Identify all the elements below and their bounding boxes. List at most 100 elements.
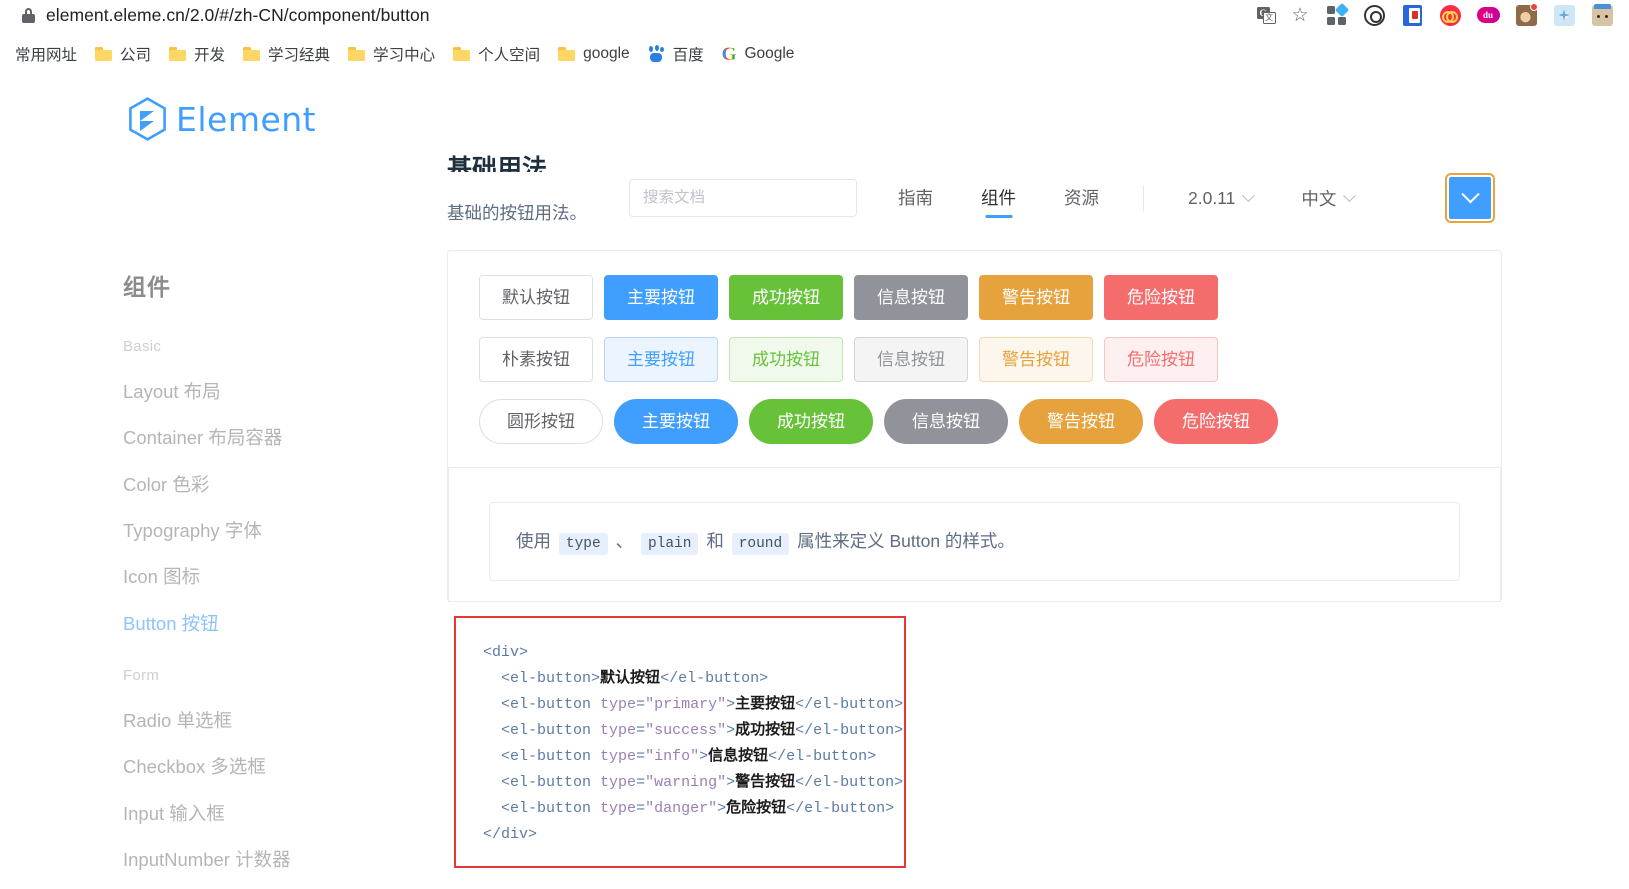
sidebar-item-container[interactable]: Container 布局容器: [123, 415, 423, 461]
button-plain-info[interactable]: 信息按钮: [854, 337, 968, 383]
omnibox-row: element.eleme.cn/2.0/#/zh-CN/component/b…: [0, 0, 1629, 30]
du-label: du: [1476, 7, 1500, 23]
site-logo[interactable]: Element: [128, 97, 316, 141]
main-content: 基础用法 基础的按钮用法。 默认按钮 主要按钮 成功按钮 信息按钮 警告按钮 危…: [447, 154, 1502, 869]
bookmark-label: 百度: [672, 47, 704, 64]
bookmark-item[interactable]: G Google: [713, 40, 804, 68]
bookmark-item[interactable]: 学习中心: [339, 40, 444, 68]
button-danger[interactable]: 危险按钮: [1104, 275, 1218, 321]
bookmark-item[interactable]: 开发: [160, 40, 234, 68]
sidebar-item-select[interactable]: Select 选择器: [123, 883, 423, 889]
bookmark-item[interactable]: 学习经典: [234, 40, 339, 68]
sidebar-group-label-basic: Basic: [123, 338, 162, 355]
button-round-success[interactable]: 成功按钮: [749, 399, 873, 445]
bookmark-label: 常用网址: [15, 47, 78, 64]
infinity-extension-icon[interactable]: [1431, 0, 1469, 30]
section-heading: 基础用法: [447, 155, 548, 172]
bookmark-item[interactable]: 公司: [86, 40, 160, 68]
button-plain-default[interactable]: 朴素按钮: [479, 337, 593, 383]
sidebar-item-typography[interactable]: Typography 字体: [123, 508, 423, 554]
bookmark-label: 学习中心: [373, 47, 436, 64]
url-text: element.eleme.cn/2.0/#/zh-CN/component/b…: [46, 4, 430, 25]
logo-text: Element: [176, 99, 317, 139]
dog-avatar-extension-icon[interactable]: [1507, 0, 1545, 30]
robot-avatar-extension-icon[interactable]: [1583, 0, 1621, 30]
bookmark-label: 学习经典: [268, 47, 331, 64]
code-line: </div>: [483, 826, 538, 844]
button-round-primary[interactable]: 主要按钮: [614, 399, 738, 445]
folder-icon: [169, 47, 187, 61]
bookmark-label: 开发: [194, 47, 226, 64]
button-demo-rows: 默认按钮 主要按钮 成功按钮 信息按钮 警告按钮 危险按钮 朴素按钮 主要按钮 …: [448, 251, 1501, 468]
button-round-danger[interactable]: 危险按钮: [1154, 399, 1278, 445]
bookmark-label: google: [583, 45, 630, 62]
bookmark-star-icon[interactable]: ☆: [1283, 1, 1317, 29]
code-sample-text: <div> <el-button>默认按钮</el-button> <el-bu…: [456, 640, 904, 848]
sidebar-item-layout[interactable]: Layout 布局: [123, 369, 423, 415]
code-sample-block: <div> <el-button>默认按钮</el-button> <el-bu…: [454, 616, 906, 869]
section-description: 基础的按钮用法。: [447, 203, 587, 223]
button-row-plain: 朴素按钮 主要按钮 成功按钮 信息按钮 警告按钮 危险按钮: [448, 337, 1501, 383]
button-row-round: 圆形按钮 主要按钮 成功按钮 信息按钮 警告按钮 危险按钮: [448, 399, 1501, 445]
code-type: type: [558, 533, 608, 556]
baidu-du-extension-icon[interactable]: du: [1469, 0, 1507, 30]
sidebar-item-input[interactable]: Input 输入框: [123, 791, 423, 837]
sidebar-item-radio[interactable]: Radio 单选框: [123, 698, 423, 744]
bookmark-label: 个人空间: [478, 47, 541, 64]
folder-icon: [95, 47, 113, 61]
translate-icon[interactable]: G 文: [1249, 1, 1283, 29]
button-plain-danger[interactable]: 危险按钮: [1104, 337, 1218, 383]
button-plain-warning[interactable]: 警告按钮: [979, 337, 1093, 383]
folder-icon: [243, 47, 261, 61]
sidebar-item-inputnumber[interactable]: InputNumber 计数器: [123, 837, 423, 883]
bookmarks-bar: 常用网址 公司 开发 学习经典 学习中心 个人空间 google 百度 G Go…: [0, 36, 1629, 72]
blue-sparkle-extension-icon[interactable]: [1545, 0, 1583, 30]
sidebar-title: 组件: [123, 274, 171, 300]
google-g-icon: G: [721, 43, 737, 65]
code-plain: plain: [640, 533, 699, 556]
sidebar-group-label-form: Form: [123, 667, 160, 685]
page-viewport: Element 指南 组件 资源 2.0.11 中文 组件 Basic La: [0, 72, 1629, 889]
translate-icon-secondary: 文: [1262, 11, 1276, 24]
star-glyph: ☆: [1291, 4, 1309, 26]
code-line: <el-button type="danger">危险按钮</el-button…: [501, 800, 895, 818]
button-primary[interactable]: 主要按钮: [604, 275, 718, 321]
button-warning[interactable]: 警告按钮: [979, 275, 1093, 321]
sidebar-item-button[interactable]: Button 按钮: [123, 601, 423, 647]
lastpass-extension-icon[interactable]: [1393, 0, 1431, 30]
bookmark-item[interactable]: google: [549, 40, 639, 68]
sidebar-item-icon[interactable]: Icon 图标: [123, 554, 423, 600]
button-info[interactable]: 信息按钮: [854, 275, 968, 321]
code-line: <el-button type="info">信息按钮</el-button>: [501, 748, 877, 766]
usage-note-sep2: 和: [706, 531, 724, 552]
folder-icon: [348, 47, 366, 61]
button-plain-primary[interactable]: 主要按钮: [604, 337, 718, 383]
sidebar-item-checkbox[interactable]: Checkbox 多选框: [123, 744, 423, 790]
button-row-solid: 默认按钮 主要按钮 成功按钮 信息按钮 警告按钮 危险按钮: [448, 275, 1501, 321]
bookmark-item[interactable]: 个人空间: [444, 40, 549, 68]
code-line: <el-button>默认按钮</el-button>: [501, 670, 769, 688]
button-round-default[interactable]: 圆形按钮: [479, 399, 603, 445]
baidu-icon: [648, 44, 665, 63]
button-round-info[interactable]: 信息按钮: [884, 399, 1008, 445]
bookmark-item[interactable]: 常用网址: [6, 40, 86, 68]
usage-note: 使用 type 、 plain 和 round 属性来定义 Button 的样式…: [489, 502, 1460, 582]
bookmark-item[interactable]: 百度: [639, 40, 713, 68]
sidebar-item-color[interactable]: Color 色彩: [123, 462, 423, 508]
at-circle-extension-icon[interactable]: [1355, 0, 1393, 30]
address-bar[interactable]: element.eleme.cn/2.0/#/zh-CN/component/b…: [0, 0, 1249, 30]
omnibox-actions: G 文 ☆ du: [1249, 0, 1629, 30]
bookmark-label: Google: [744, 45, 795, 62]
button-round-warning[interactable]: 警告按钮: [1019, 399, 1143, 445]
button-default[interactable]: 默认按钮: [479, 275, 593, 321]
extensions-puzzle-icon[interactable]: [1317, 0, 1355, 30]
browser-chrome: element.eleme.cn/2.0/#/zh-CN/component/b…: [0, 0, 1629, 72]
site-header: Element 指南 组件 资源 2.0.11 中文: [0, 72, 1629, 221]
button-success[interactable]: 成功按钮: [729, 275, 843, 321]
code-round: round: [731, 533, 790, 556]
button-plain-success[interactable]: 成功按钮: [729, 337, 843, 383]
lock-icon: [22, 7, 35, 23]
element-hexagon-icon: [128, 97, 167, 141]
usage-note-prefix: 使用: [516, 531, 551, 552]
